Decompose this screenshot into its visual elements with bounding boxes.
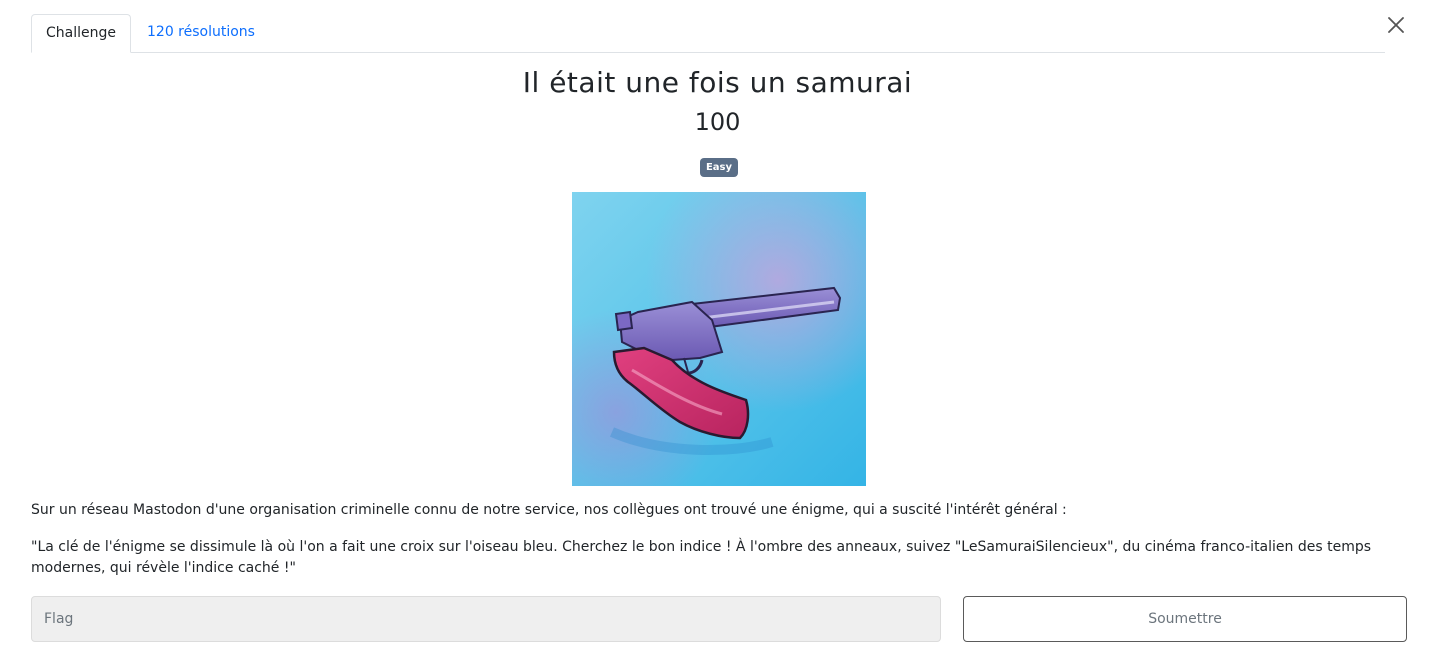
difficulty-badge: Easy [700, 158, 738, 177]
challenge-description-riddle: "La clé de l'énigme se dissimule là où l… [31, 539, 1372, 576]
submit-button[interactable]: Soumettre [963, 596, 1407, 642]
challenge-description-intro: Sur un réseau Mastodon d'une organisatio… [31, 502, 1067, 518]
flag-input[interactable] [31, 596, 941, 642]
challenge-title: Il était une fois un samurai [522, 66, 913, 99]
close-icon[interactable] [1385, 14, 1407, 36]
challenge-image [572, 192, 866, 486]
challenge-points: 100 [694, 108, 741, 136]
tab-solves[interactable]: 120 résolutions [131, 14, 269, 51]
tab-challenge[interactable]: Challenge [31, 14, 131, 53]
challenge-modal: Challenge 120 résolutions Il était une f… [0, 0, 1435, 655]
tab-bar: Challenge 120 résolutions [31, 14, 1385, 53]
